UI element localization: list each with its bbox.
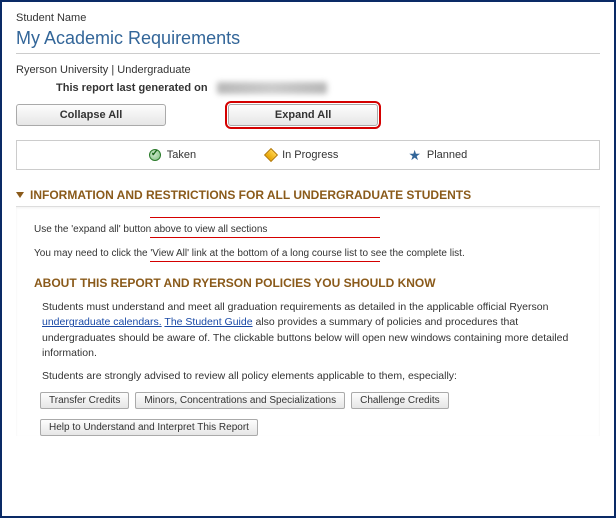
star-icon: ★ (408, 149, 421, 161)
note-view-all: You may need to click the 'View All' lin… (34, 248, 594, 259)
title-divider (16, 53, 600, 54)
app-frame: Student Name My Academic Requirements Ry… (0, 0, 616, 518)
legend-in-progress-label: In Progress (282, 149, 338, 161)
challenge-credits-button[interactable]: Challenge Credits (351, 392, 449, 409)
about-text-pre: Students must understand and meet all gr… (42, 301, 548, 313)
link-undergrad-calendars[interactable]: undergraduate calendars. (42, 316, 162, 328)
section-header[interactable]: INFORMATION AND RESTRICTIONS FOR ALL UND… (16, 188, 600, 202)
about-paragraph-1: Students must understand and meet all gr… (42, 300, 586, 361)
link-student-guide[interactable]: The Student Guide (164, 316, 252, 328)
checkmark-circle-icon (149, 149, 161, 161)
section-title: INFORMATION AND RESTRICTIONS FOR ALL UND… (30, 188, 471, 202)
transfer-credits-button[interactable]: Transfer Credits (40, 392, 129, 409)
legend-taken: Taken (149, 149, 196, 161)
collapse-all-button[interactable]: Collapse All (16, 104, 166, 126)
expand-collapse-row: Collapse All Expand All (16, 104, 600, 126)
expand-all-button[interactable]: Expand All (228, 104, 378, 126)
about-heading: ABOUT THIS REPORT AND RYERSON POLICIES Y… (34, 276, 594, 290)
minors-button[interactable]: Minors, Concentrations and Specializatio… (135, 392, 345, 409)
report-generated-timestamp (217, 82, 327, 94)
legend-planned-label: Planned (427, 149, 467, 161)
student-name-label: Student Name (16, 12, 600, 24)
about-paragraph-2: Students are strongly advised to review … (42, 369, 586, 384)
annotation-underline (150, 261, 380, 262)
section-body: Use the 'expand all' button above to vie… (16, 206, 600, 436)
legend: Taken In Progress ★ Planned (16, 140, 600, 170)
annotation-underline (150, 217, 380, 218)
help-button-row: Help to Understand and Interpret This Re… (40, 419, 594, 436)
institution-line: Ryerson University | Undergraduate (16, 64, 600, 76)
chevron-down-icon[interactable] (16, 192, 24, 198)
report-generated-label: This report last generated on (56, 82, 208, 94)
legend-in-progress: In Progress (266, 149, 338, 161)
annotation-underline (150, 237, 380, 238)
legend-planned: ★ Planned (408, 149, 467, 161)
policy-buttons-row: Transfer Credits Minors, Concentrations … (40, 392, 594, 409)
note-expand-all: Use the 'expand all' button above to vie… (34, 224, 594, 235)
diamond-icon (264, 148, 278, 162)
page-title: My Academic Requirements (16, 28, 600, 49)
help-interpret-button[interactable]: Help to Understand and Interpret This Re… (40, 419, 258, 436)
legend-taken-label: Taken (167, 149, 196, 161)
report-generated-row: This report last generated on (56, 82, 600, 94)
